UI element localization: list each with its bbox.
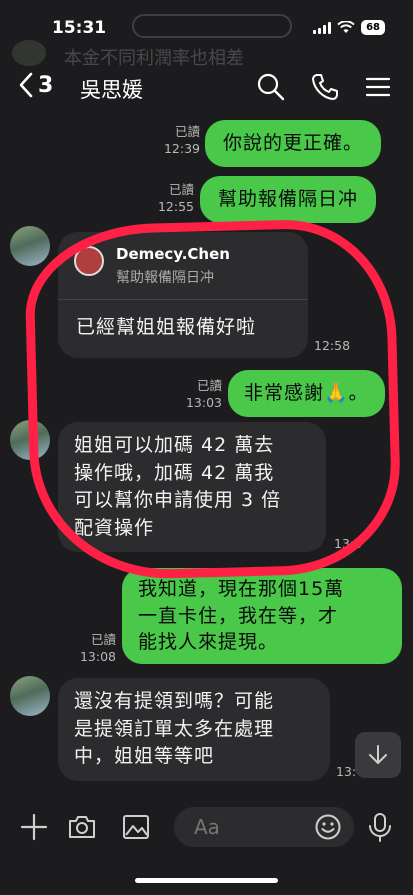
emoji-icon[interactable]	[314, 813, 342, 841]
outgoing-message[interactable]: 幫助報備隔日冲	[200, 176, 377, 223]
microphone-icon[interactable]	[364, 811, 396, 843]
message-time: 13:	[336, 764, 357, 779]
image-icon[interactable]	[120, 811, 152, 843]
message-meta: 已讀 13:03	[170, 378, 222, 412]
message-line: 配資操作	[74, 516, 155, 539]
incoming-message[interactable]: 姐姐可以加碼 42 萬去 操作哦，加碼 42 萬我 可以幫你申請使用 3 倍 配…	[58, 422, 326, 553]
message-list[interactable]: 已讀 12:39 你說的更正確。 已讀 12:55 幫助報備隔日冲 Demecy…	[0, 112, 413, 795]
message-line: 還沒有提領到嗎？可能	[74, 690, 275, 712]
status-time: 15:31	[52, 18, 107, 38]
message-line: 一直卡住，我在等，才	[138, 604, 339, 627]
quoted-message[interactable]: Demecy.Chen 幫助報備隔日冲	[58, 232, 308, 300]
incoming-message[interactable]: 還沒有提領到嗎？可能 是提領訂單太多在處理 中，姐姐等等吧	[58, 678, 330, 781]
message-time: 13:08	[79, 648, 116, 664]
message-line: 中，姐姐等等吧	[74, 745, 215, 768]
signal-icon	[313, 21, 332, 34]
message-line: 可以幫你申請使用 3 倍	[74, 489, 282, 512]
contact-avatar[interactable]	[10, 676, 50, 716]
unread-count: 3	[38, 72, 54, 98]
message-text: 已經幫姐姐報備好啦	[76, 316, 257, 338]
battery-indicator: 68	[361, 20, 385, 35]
outgoing-message[interactable]: 我知道，現在那個15萬 一直卡住，我在等，才 能找人來提現。	[122, 568, 402, 664]
outgoing-message[interactable]: 非常感謝🙏。	[228, 370, 385, 417]
contact-avatar[interactable]	[10, 226, 50, 266]
message-line: 操作哦，加碼 42 萬我	[74, 461, 275, 484]
scroll-to-bottom-button[interactable]	[355, 732, 401, 778]
incoming-reply-message[interactable]: Demecy.Chen 幫助報備隔日冲 已經幫姐姐報備好啦	[58, 232, 308, 358]
message-time: 12:55	[157, 198, 194, 214]
message-line: 是提領訂單太多在處理	[74, 717, 275, 740]
chevron-left-icon	[19, 72, 33, 98]
wifi-icon	[337, 21, 355, 33]
message-time: 13:03	[185, 394, 222, 410]
search-icon[interactable]	[256, 72, 286, 102]
chat-header: 3 吳思媛	[0, 64, 413, 112]
message-meta: 已讀 12:39	[148, 124, 200, 158]
menu-icon[interactable]	[363, 72, 393, 102]
message-line: 姐姐可以加碼 42 萬去	[74, 434, 275, 456]
read-receipt: 已讀	[196, 378, 222, 393]
quoted-sender: Demecy.Chen	[116, 245, 230, 263]
camera-icon[interactable]	[66, 811, 98, 843]
quoted-avatar	[74, 246, 104, 276]
read-receipt: 已讀	[168, 182, 194, 197]
read-receipt: 已讀	[174, 124, 200, 139]
message-line: 我知道，現在那個15萬	[138, 578, 345, 600]
home-indicator	[135, 878, 278, 883]
message-time: 12:58	[314, 338, 351, 353]
contact-name[interactable]: 吳思媛	[80, 74, 143, 104]
quoted-text: 幫助報備隔日冲	[116, 270, 214, 286]
message-time: 13:0	[334, 536, 363, 551]
outgoing-message[interactable]: 你說的更正確。	[205, 120, 382, 167]
message-meta: 已讀 13:08	[64, 632, 116, 666]
back-button[interactable]: 3	[18, 72, 53, 98]
plus-icon[interactable]	[18, 811, 50, 843]
read-receipt: 已讀	[90, 632, 116, 647]
phone-icon[interactable]	[310, 72, 340, 102]
message-line: 能找人來提現。	[138, 631, 279, 654]
message-time: 12:39	[163, 140, 200, 156]
status-icons: 68	[313, 20, 385, 35]
ghost-bubble	[132, 14, 292, 38]
message-meta: 已讀 12:55	[142, 182, 194, 216]
contact-avatar[interactable]	[10, 420, 50, 460]
ghost-avatar	[12, 40, 46, 66]
arrow-down-icon	[369, 745, 387, 764]
